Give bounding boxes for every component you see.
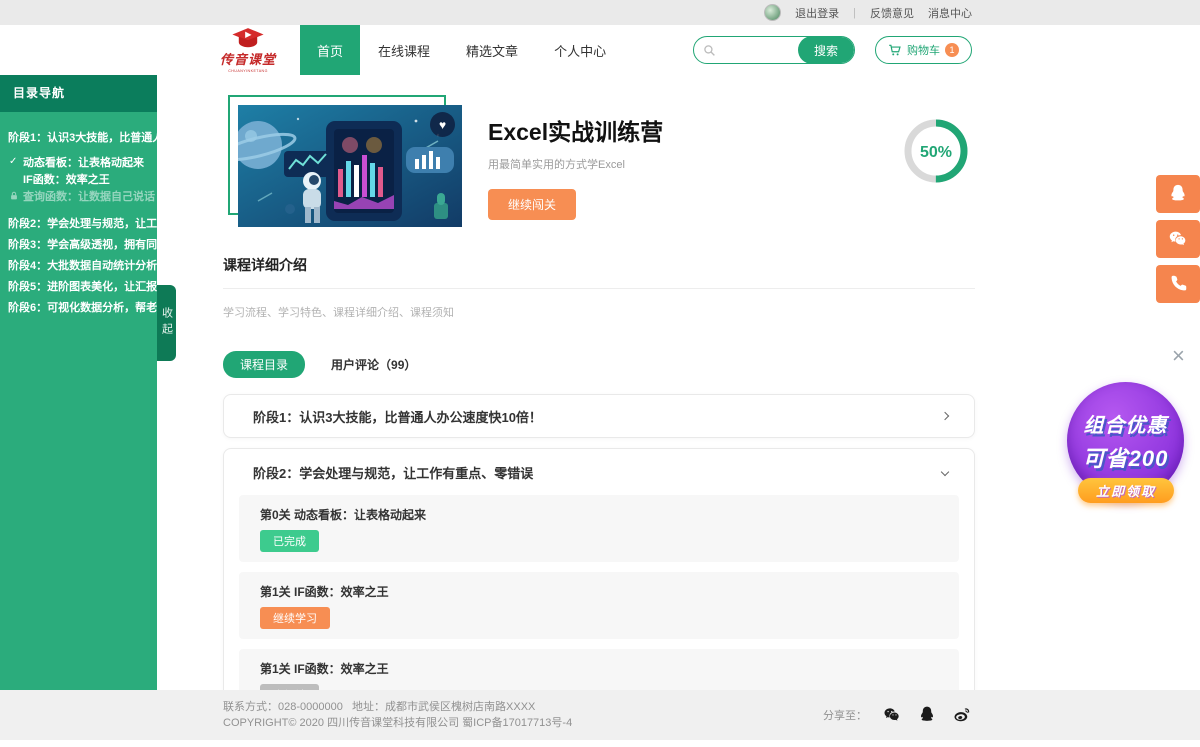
stage-panel-1-title: 阶段1：认识3大技能，比普通人办公速度快10倍！ xyxy=(253,407,542,426)
brand-name: 传音课堂 xyxy=(220,49,276,68)
tab-user-comments[interactable]: 用户评论（99） xyxy=(331,356,416,373)
sidebar-lesson-if-function[interactable]: IF函数：效率之王 xyxy=(0,170,157,187)
nav-item-home[interactable]: 首页 xyxy=(300,25,360,75)
sidebar-stage-label: 阶段5：进阶图表美化，让汇报一... xyxy=(8,278,177,294)
topbar-divider: | xyxy=(853,7,856,19)
nav-item-courses[interactable]: 在线课程 xyxy=(360,25,448,75)
lesson-list: 第0关 动态看板：让表格动起来 已完成 第1关 IF函数：效率之王 继续学习 第… xyxy=(224,495,974,716)
phone-contact-button[interactable] xyxy=(1156,265,1200,303)
lock-icon xyxy=(9,191,20,201)
tab-course-catalog[interactable]: 课程目录 xyxy=(223,351,305,378)
brand-logo[interactable]: 传音课堂 CHUANYINKETANG xyxy=(220,27,276,73)
graduation-cap-icon xyxy=(231,27,265,49)
check-icon: ✓ xyxy=(9,156,20,167)
search-box: 搜索 xyxy=(693,36,855,64)
footer-contact-line: 联系方式：028-0000000 地址：成都市武侯区槐树店南路XXXX xyxy=(223,699,572,715)
brand-caption: CHUANYINKETANG xyxy=(228,68,268,73)
sidebar-lesson-label: 查询函数：让数据自己说话 xyxy=(23,188,155,204)
progress-label: 50% xyxy=(920,144,952,161)
qq-contact-button[interactable] xyxy=(1156,175,1200,213)
weibo-share-icon[interactable] xyxy=(952,705,972,725)
footer: 联系方式：028-0000000 地址：成都市武侯区槐树店南路XXXX COPY… xyxy=(0,690,1200,740)
chevron-right-icon xyxy=(941,412,949,420)
search-icon xyxy=(703,44,716,57)
promo-close-icon[interactable]: × xyxy=(1172,345,1185,367)
footer-copyright: COPYRIGHT© 2020 四川传音课堂科技有限公司 蜀ICP备170177… xyxy=(223,715,572,731)
lesson-title: 第1关 IF函数：效率之王 xyxy=(260,583,938,600)
course-subtitle: 用最简单实用的方式学Excel xyxy=(488,156,663,172)
cart-button[interactable]: 购物车 1 xyxy=(875,36,972,64)
continue-button[interactable]: 继续闯关 xyxy=(488,189,576,220)
sidebar-stage-1[interactable]: 阶段1：认识3大技能，比普通人... xyxy=(0,126,157,147)
cart-icon xyxy=(888,43,902,57)
course-title: Excel实战训练营 xyxy=(488,113,663,147)
footer-contact: 联系方式：028-0000000 xyxy=(223,701,343,713)
stage-panel-2-header[interactable]: 阶段2：学会处理与规范，让工作有重点、零错误 xyxy=(224,449,974,495)
promo-claim-button[interactable]: 立即领取 xyxy=(1078,478,1174,503)
course-header: ♥ Excel实战训练营 用最简单实用的方式学Excel 继续闯关 50% xyxy=(223,95,975,255)
detail-description: 学习流程、学习特色、课程详细介绍、课程须知 xyxy=(223,304,975,320)
logout-link[interactable]: 退出登录 xyxy=(795,5,839,21)
messages-link[interactable]: 消息中心 xyxy=(928,5,972,21)
catalog-sidebar: 目录导航 阶段1：认识3大技能，比普通人... ✓ 动态看板：让表格动起来 IF… xyxy=(0,75,157,690)
main-nav: 首页 在线课程 精选文章 个人中心 xyxy=(300,25,624,75)
sidebar-stage-label: 阶段3：学会高级透视，拥有同时... xyxy=(8,236,177,252)
sidebar-stage-1-label: 阶段1：认识3大技能，比普通人... xyxy=(8,129,172,145)
lesson-status-badge-done[interactable]: 已完成 xyxy=(260,530,319,552)
chevron-down-icon xyxy=(941,468,949,476)
course-banner-illustration xyxy=(238,105,462,227)
stage-panel-1[interactable]: 阶段1：认识3大技能，比普通人办公速度快10倍！ xyxy=(223,394,975,438)
sidebar-stage-5[interactable]: 阶段5：进阶图表美化，让汇报一... xyxy=(0,275,157,296)
sidebar-lesson-label: 动态看板：让表格动起来 xyxy=(23,154,144,170)
phone-icon xyxy=(1167,273,1189,295)
lesson-title: 第0关 动态看板：让表格动起来 xyxy=(260,506,938,523)
qq-icon xyxy=(1167,183,1189,205)
wechat-icon xyxy=(1167,228,1189,250)
wechat-contact-button[interactable] xyxy=(1156,220,1200,258)
sidebar-stage-6[interactable]: 阶段6：可视化数据分析，帮老板... xyxy=(0,296,157,317)
lesson-row-1[interactable]: 第1关 IF函数：效率之王 继续学习 xyxy=(239,572,959,639)
wechat-share-icon[interactable] xyxy=(882,705,902,725)
promo-line-1: 组合优惠 xyxy=(1084,409,1168,438)
nav-item-profile[interactable]: 个人中心 xyxy=(536,25,624,75)
stage-panel-2-title: 阶段2：学会处理与规范，让工作有重点、零错误 xyxy=(253,463,533,482)
content-tabs: 课程目录 用户评论（99） xyxy=(223,351,975,378)
main-content: ♥ Excel实战训练营 用最简单实用的方式学Excel 继续闯关 50% 课程… xyxy=(223,75,975,733)
topbar: 退出登录 | 反馈意见 消息中心 xyxy=(0,0,1200,25)
cart-count-badge: 1 xyxy=(945,43,959,57)
sidebar-stage-label: 阶段2：学会处理与规范，让工作... xyxy=(8,215,177,231)
cart-label: 购物车 xyxy=(907,42,940,58)
sidebar-lesson-lookup-function[interactable]: 查询函数：让数据自己说话 xyxy=(0,187,157,204)
nav-item-articles[interactable]: 精选文章 xyxy=(448,25,536,75)
floating-contact-column xyxy=(1156,175,1200,303)
navbar: 传音课堂 CHUANYINKETANG 首页 在线课程 精选文章 个人中心 搜索… xyxy=(0,25,1200,75)
lesson-row-0[interactable]: 第0关 动态看板：让表格动起来 已完成 xyxy=(239,495,959,562)
footer-share-label: 分享至： xyxy=(823,707,867,723)
footer-address: 地址：成都市武侯区槐树店南路XXXX xyxy=(352,701,535,713)
course-info: Excel实战训练营 用最简单实用的方式学Excel 继续闯关 xyxy=(488,113,663,220)
detail-section-heading: 课程详细介绍 xyxy=(223,255,975,289)
sidebar-lesson-dynamic-board[interactable]: ✓ 动态看板：让表格动起来 xyxy=(0,153,157,170)
feedback-link[interactable]: 反馈意见 xyxy=(870,5,914,21)
qq-share-icon[interactable] xyxy=(917,705,937,725)
sidebar-title: 目录导航 xyxy=(0,75,157,112)
lesson-title: 第1关 IF函数：效率之王 xyxy=(260,660,938,677)
sidebar-stage-label: 阶段6：可视化数据分析，帮老板... xyxy=(8,299,177,315)
course-banner[interactable]: ♥ xyxy=(238,105,462,227)
sidebar-stage-2[interactable]: 阶段2：学会处理与规范，让工作... xyxy=(0,212,157,233)
sidebar-stage-label: 阶段4：大批数据自动统计分析，... xyxy=(8,257,177,273)
progress-ring: 50% xyxy=(903,118,969,189)
user-avatar[interactable] xyxy=(764,4,781,21)
search-button[interactable]: 搜索 xyxy=(798,36,854,64)
sidebar-stage-3[interactable]: 阶段3：学会高级透视，拥有同时... xyxy=(0,233,157,254)
promo-line-2: 可省200 xyxy=(1083,441,1169,473)
favorite-heart-icon[interactable]: ♥ xyxy=(430,112,455,137)
sidebar-stage-4[interactable]: 阶段4：大批数据自动统计分析，... xyxy=(0,254,157,275)
lesson-status-badge-continue[interactable]: 继续学习 xyxy=(260,607,330,629)
sidebar-collapse-tab[interactable]: 收起 xyxy=(157,285,176,361)
sidebar-lesson-label: IF函数：效率之王 xyxy=(23,171,110,187)
